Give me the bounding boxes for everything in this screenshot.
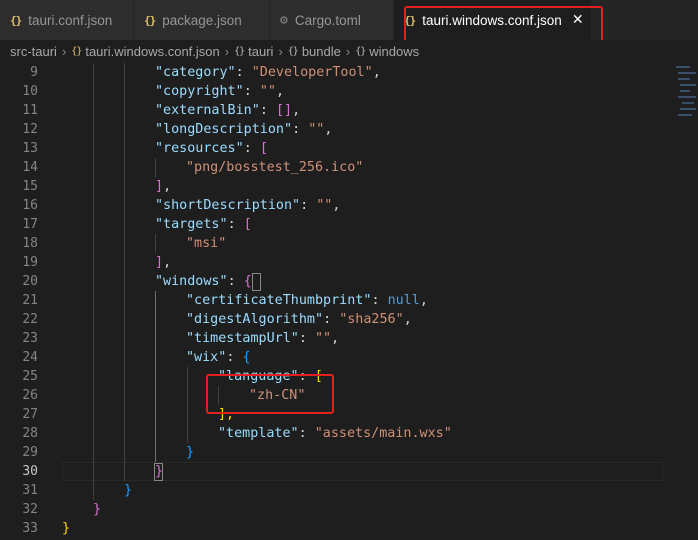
indent-guide — [155, 234, 156, 253]
code-line: "template": "assets/main.wxs" — [218, 426, 452, 441]
breadcrumb-item-file[interactable]: tauri.windows.conf.json — [85, 44, 219, 59]
minimap-line — [678, 114, 692, 116]
indent-guide — [187, 367, 188, 443]
chevron-right-icon: › — [61, 43, 67, 59]
breadcrumb-item-bundle[interactable]: bundle — [302, 44, 341, 59]
line-number: 11 — [22, 103, 38, 118]
code-line: ], — [155, 255, 172, 270]
line-number: 24 — [22, 350, 38, 365]
minimap-line — [680, 108, 696, 110]
line-number: 9 — [30, 65, 38, 80]
minimap-line — [680, 84, 696, 86]
tab-tauri-conf-json[interactable]: {} tauri.conf.json — [0, 0, 134, 40]
minimap-line — [676, 66, 690, 68]
breadcrumb-item-tauri[interactable]: tauri — [248, 44, 273, 59]
code-line: "copyright": "", — [155, 84, 284, 99]
line-number: 13 — [22, 141, 38, 156]
json-object-icon: {} — [355, 45, 366, 57]
line-number: 22 — [22, 312, 38, 327]
code-line: "wix": { — [186, 350, 251, 365]
line-number: 27 — [22, 407, 38, 422]
gear-icon: ⚙ — [280, 12, 288, 28]
line-number: 10 — [22, 84, 38, 99]
breadcrumb-item-src-tauri[interactable]: src-tauri — [10, 44, 57, 59]
code-line: "windows": { — [155, 274, 252, 289]
json-braces-icon: {} — [71, 45, 82, 57]
chevron-right-icon: › — [345, 43, 351, 59]
minimap-line — [680, 90, 690, 92]
code-line: ], — [155, 179, 172, 194]
line-number: 31 — [22, 483, 38, 498]
line-number: 20 — [22, 274, 38, 289]
line-number: 26 — [22, 388, 38, 403]
line-number: 16 — [22, 198, 38, 213]
tab-label: package.json — [162, 12, 242, 28]
code-line: "longDescription": "", — [155, 122, 333, 137]
code-line: "msi" — [186, 236, 227, 251]
code-line: "targets": [ — [155, 217, 252, 232]
tab-package-json[interactable]: {} package.json — [134, 0, 270, 40]
current-line-highlight — [62, 462, 663, 481]
code-line: } — [93, 502, 102, 517]
line-number: 18 — [22, 236, 38, 251]
code-line: "externalBin": [], — [155, 103, 301, 118]
line-number: 15 — [22, 179, 38, 194]
minimap-line — [678, 72, 696, 74]
line-number-current: 30 — [22, 464, 38, 479]
code-editor[interactable]: 9 10 11 12 13 14 15 16 17 18 19 20 21 22… — [0, 63, 698, 540]
code-line: "png/bosstest_256.ico" — [186, 160, 364, 175]
line-number: 25 — [22, 369, 38, 384]
code-line: "category": "DeveloperTool", — [155, 65, 381, 80]
code-line: "shortDescription": "", — [155, 198, 341, 213]
code-line: "digestAlgorithm": "sha256", — [186, 312, 412, 327]
code-line: } — [124, 483, 133, 498]
code-line: } — [186, 445, 195, 460]
minimap[interactable] — [672, 62, 698, 540]
tab-cargo-toml[interactable]: ⚙ Cargo.toml — [270, 0, 394, 40]
line-number: 23 — [22, 331, 38, 346]
tab-bar-empty-space — [592, 0, 698, 40]
code-line: "timestampUrl": "", — [186, 331, 340, 346]
bracket-match-box — [252, 273, 261, 291]
tab-label: Cargo.toml — [294, 12, 361, 28]
json-braces-icon: {} — [144, 13, 156, 27]
annotation-box-language — [206, 374, 334, 414]
minimap-line — [678, 78, 690, 80]
line-number: 21 — [22, 293, 38, 308]
json-object-icon: {} — [287, 45, 299, 57]
line-number: 33 — [22, 521, 38, 536]
breadcrumb: src-tauri › {} tauri.windows.conf.json ›… — [0, 40, 698, 62]
indent-guide-active — [155, 291, 156, 462]
minimap-line — [682, 102, 694, 104]
code-line: "resources": [ — [155, 141, 268, 156]
line-number: 32 — [22, 502, 38, 517]
line-number: 29 — [22, 445, 38, 460]
json-object-icon: {} — [234, 45, 245, 57]
json-braces-icon: {} — [10, 13, 22, 27]
chevron-right-icon: › — [278, 43, 283, 59]
indent-guide — [155, 158, 156, 177]
line-number: 12 — [22, 122, 38, 137]
line-number: 17 — [22, 217, 38, 232]
breadcrumb-item-windows[interactable]: windows — [369, 44, 419, 59]
tab-label: tauri.conf.json — [28, 12, 113, 28]
chevron-right-icon: › — [224, 43, 230, 59]
line-number: 14 — [22, 160, 38, 175]
code-line: } — [62, 521, 71, 536]
line-number: 19 — [22, 255, 38, 270]
line-number: 28 — [22, 426, 38, 441]
indent-guide — [93, 63, 94, 500]
indent-guide — [124, 63, 125, 481]
minimap-line — [678, 96, 696, 98]
code-line: "certificateThumbprint": null, — [186, 293, 428, 308]
code-line-current: } — [155, 464, 164, 479]
